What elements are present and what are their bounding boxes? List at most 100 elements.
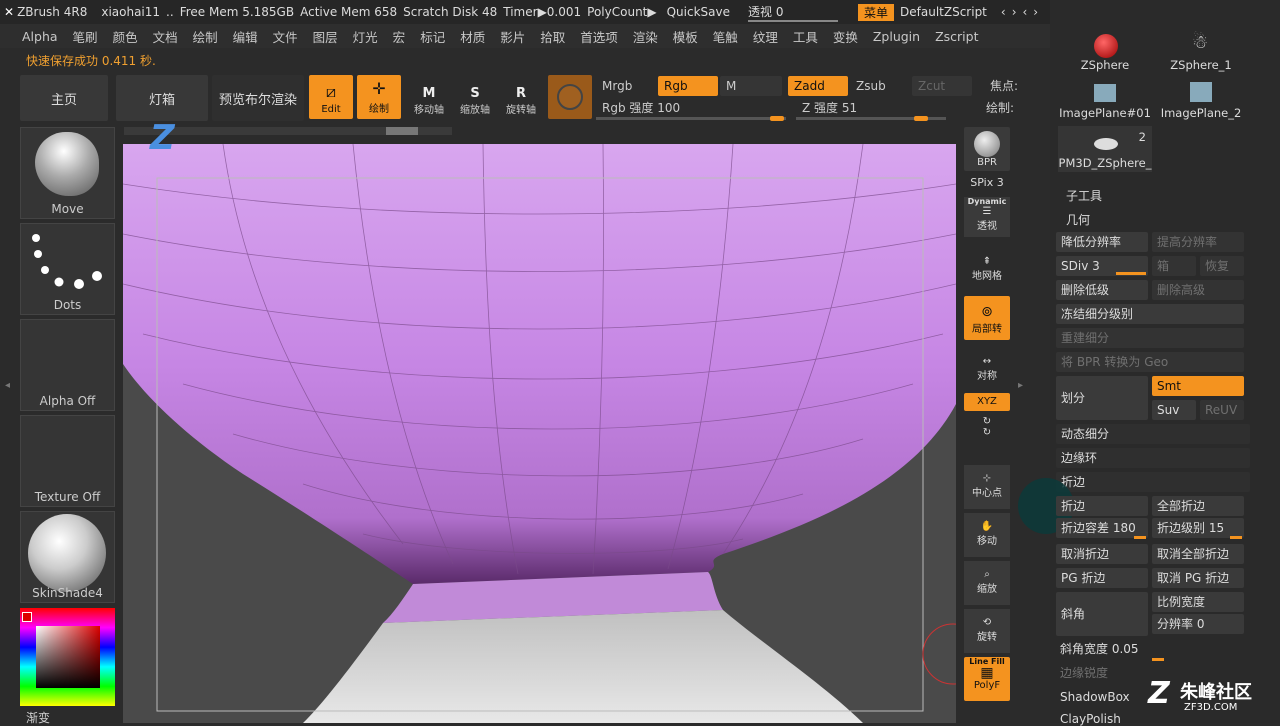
edge-sharpness-slider[interactable]: 边缘锐度 <box>1060 664 1108 681</box>
menu-item[interactable]: 文件 <box>273 27 298 46</box>
canvas-scroll-thumb[interactable] <box>386 127 418 135</box>
bevel-button[interactable]: 斜角 <box>1056 592 1148 636</box>
menu-item[interactable]: 绘制 <box>193 27 218 46</box>
bpr-to-geo-button[interactable]: 将 BPR 转换为 Geo <box>1056 352 1244 372</box>
bpr-button[interactable]: BPR <box>964 127 1010 171</box>
smt-toggle[interactable]: Smt <box>1152 376 1244 396</box>
edgeloop-header[interactable]: 边缘环 <box>1056 448 1250 468</box>
crease-button[interactable]: 折边 <box>1056 496 1148 516</box>
lower-res-button[interactable]: 降低分辨率 <box>1056 232 1148 252</box>
default-zscript[interactable]: DefaultZScript <box>900 5 987 19</box>
move-axis-button[interactable]: M 移动轴 <box>407 75 451 119</box>
canvas-viewport[interactable] <box>123 144 956 723</box>
home-button[interactable]: 主页 <box>20 75 108 121</box>
freeze-subdiv-button[interactable]: 冻结细分级别 <box>1056 304 1244 324</box>
uncrease-button[interactable]: 取消折边 <box>1056 544 1148 564</box>
crease-all-button[interactable]: 全部折边 <box>1152 496 1244 516</box>
bevel-resolution-slider[interactable]: 分辨率 0 <box>1152 614 1244 634</box>
rgb-intensity-track[interactable] <box>596 116 786 121</box>
menu-item[interactable]: 材质 <box>460 27 485 46</box>
floor-grid-button[interactable]: ⇞ 地网格 <box>964 244 1010 288</box>
rgb-intensity-slider[interactable]: Rgb 强度 100 <box>596 98 786 118</box>
menu-item[interactable]: 纹理 <box>753 27 778 46</box>
subtool-header[interactable]: 子工具 <box>1066 187 1102 204</box>
color-picker[interactable] <box>20 608 115 706</box>
polyframe-button[interactable]: Line Fill ▦ PolyF <box>964 657 1010 701</box>
rotate-axis-button[interactable]: R 旋转轴 <box>499 75 543 119</box>
menu-item[interactable]: 颜色 <box>113 27 138 46</box>
subtool-imageplane-2[interactable]: ImagePlane_2 <box>1154 76 1248 122</box>
higher-res-button[interactable]: 提高分辨率 <box>1152 232 1244 252</box>
rotate-axis-icons[interactable]: ↻ ↻ <box>964 416 1010 456</box>
stroke-dots-tile[interactable]: Dots <box>20 223 115 315</box>
menu-item[interactable]: 工具 <box>793 27 818 46</box>
rgb-toggle[interactable]: Rgb <box>658 76 718 96</box>
material-sphere-button[interactable] <box>548 75 592 119</box>
rotate-view-button[interactable]: ⟲ 旋转 <box>964 609 1010 653</box>
alpha-tile[interactable]: Alpha Off <box>20 319 115 411</box>
menu-item[interactable]: 灯光 <box>353 27 378 46</box>
subtool-imageplane-01[interactable]: ImagePlane#01 <box>1058 76 1152 122</box>
menu-button[interactable]: 菜单 <box>858 3 895 21</box>
mrgb-toggle[interactable]: Mrgb <box>596 76 656 96</box>
primary-color-swatch[interactable] <box>22 612 32 622</box>
subtool-pm3d-zsphere[interactable]: 2 PM3D_ZSphere_ <box>1058 126 1152 172</box>
rotate-y-icon[interactable]: ↻ <box>964 416 1010 427</box>
uncrease-pg-button[interactable]: 取消 PG 折边 <box>1152 568 1244 588</box>
m-toggle[interactable]: M <box>720 76 782 96</box>
shadowbox-header[interactable]: ShadowBox <box>1060 690 1130 704</box>
dynamic-subdiv-header[interactable]: 动态细分 <box>1056 424 1250 444</box>
z-intensity-thumb[interactable] <box>914 116 928 121</box>
geometry-header[interactable]: 几何 <box>1066 211 1090 228</box>
pan-button[interactable]: ✋ 移动 <box>964 513 1010 557</box>
menu-item[interactable]: 宏 <box>393 27 406 46</box>
left-tray-arrow-icon[interactable]: ◂ <box>5 380 13 400</box>
menu-item[interactable]: Zscript <box>935 29 978 44</box>
zoom-button[interactable]: ⌕ 缩放 <box>964 561 1010 605</box>
menu-item[interactable]: Alpha <box>22 29 58 44</box>
zsub-toggle[interactable]: Zsub <box>850 76 910 96</box>
quicksave-button[interactable]: QuickSave <box>667 5 730 19</box>
menu-item[interactable]: 标记 <box>420 27 445 46</box>
uncrease-all-button[interactable]: 取消全部折边 <box>1152 544 1244 564</box>
crease-tolerance-slider[interactable]: 折边容差 180 <box>1056 518 1148 538</box>
brush-move-tile[interactable]: Move <box>20 127 115 219</box>
zcut-toggle[interactable]: Zcut <box>912 76 972 96</box>
draw-button[interactable]: ✛ 绘制 <box>357 75 401 119</box>
bevel-ratio-toggle[interactable]: 比例宽度 <box>1152 592 1244 612</box>
symmetry-button[interactable]: ↔ 对称 <box>964 356 1010 386</box>
scale-axis-button[interactable]: S 缩放轴 <box>453 75 497 119</box>
color-saturation-box[interactable] <box>36 626 100 688</box>
menu-item[interactable]: 笔触 <box>713 27 738 46</box>
spix-slider[interactable]: SPix 3 <box>964 176 1010 189</box>
menu-item[interactable]: 影片 <box>500 27 525 46</box>
crease-level-slider[interactable]: 折边级别 15 <box>1152 518 1244 538</box>
pg-crease-button[interactable]: PG 折边 <box>1056 568 1148 588</box>
perspective-slider[interactable]: 透视 0 <box>748 3 838 22</box>
claypolish-header[interactable]: ClayPolish <box>1060 712 1121 726</box>
local-transform-button[interactable]: ⊚ 局部转 <box>964 296 1010 340</box>
z-intensity-track[interactable] <box>796 116 946 121</box>
material-tile[interactable]: SkinShade4 <box>20 511 115 603</box>
del-higher-button[interactable]: 删除高级 <box>1152 280 1244 300</box>
zadd-toggle[interactable]: Zadd <box>788 76 848 96</box>
divide-button[interactable]: 划分 <box>1056 376 1148 420</box>
menu-item[interactable]: 图层 <box>313 27 338 46</box>
subtool-zsphere[interactable]: ZSphere <box>1058 28 1152 74</box>
subtool-zsphere-1[interactable]: ☃ ZSphere_1 <box>1154 28 1248 74</box>
reconstruct-subdiv-button[interactable]: 重建细分 <box>1056 328 1244 348</box>
z-intensity-slider[interactable]: Z 强度 51 <box>796 98 936 118</box>
restore-button[interactable]: 恢复 <box>1200 256 1244 276</box>
dynamic-persp-button[interactable]: Dynamic ☰ 透视 <box>964 197 1010 237</box>
xyz-button[interactable]: XYZ <box>964 393 1010 411</box>
menu-item[interactable]: 笔刷 <box>73 27 98 46</box>
menu-item[interactable]: 编辑 <box>233 27 258 46</box>
menu-item[interactable]: 拾取 <box>540 27 565 46</box>
right-tray-arrow-icon[interactable]: ▸ <box>1018 380 1023 391</box>
center-point-button[interactable]: ⊹ 中心点 <box>964 465 1010 509</box>
bevel-width-slider[interactable]: 斜角宽度 0.05 <box>1060 640 1139 657</box>
texture-tile[interactable]: Texture Off <box>20 415 115 507</box>
cage-button[interactable]: 箱 <box>1152 256 1196 276</box>
menu-item[interactable]: 渲染 <box>633 27 658 46</box>
lightbox-button[interactable]: 灯箱 <box>116 75 208 121</box>
